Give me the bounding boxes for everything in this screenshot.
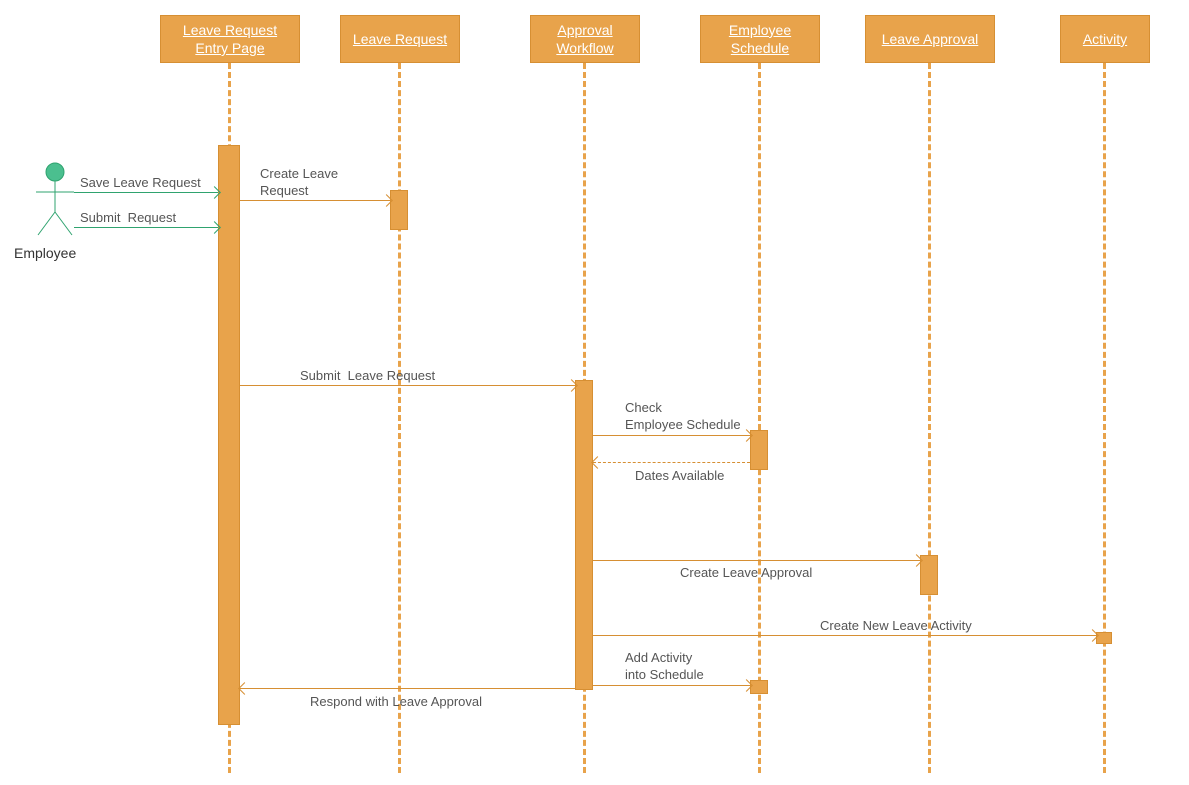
msg-submit: Submit Request [80,210,176,227]
lifeline-schedule: Employee Schedule [700,15,820,63]
activation-workflow [575,380,593,690]
lifeline-entry: Leave Request Entry Page [160,15,300,63]
msg-create-approval: Create Leave Approval [680,565,812,582]
actor-employee [30,160,80,245]
arrow-submit-leave [240,385,575,386]
msg-respond: Respond with Leave Approval [310,694,482,711]
activation-approval [920,555,938,595]
activation-schedule-1 [750,430,768,470]
arrow-add-activity [593,685,750,686]
lifeline-dash-activity [1103,63,1106,773]
lifeline-dash-request [398,63,401,773]
lifeline-request: Leave Request [340,15,460,63]
arrow-dates-available [593,462,750,463]
arrow-create-approval [593,560,920,561]
activation-schedule-2 [750,680,768,694]
msg-submit-leave: Submit Leave Request [300,368,435,385]
msg-save: Save Leave Request [80,175,201,192]
msg-check-schedule: Check Employee Schedule [625,400,741,434]
sequence-diagram: Leave Request Entry Page Leave Request A… [0,0,1189,785]
lifeline-dash-schedule [758,63,761,773]
activation-request [390,190,408,230]
actor-icon [30,160,80,240]
arrow-create-activity [593,635,1096,636]
msg-add-activity: Add Activity into Schedule [625,650,704,684]
actor-label: Employee [14,245,76,261]
msg-create-activity: Create New Leave Activity [820,618,972,635]
activation-entry [218,145,240,725]
msg-dates-available: Dates Available [635,468,724,485]
lifeline-workflow: Approval Workflow [530,15,640,63]
lifeline-approval: Leave Approval [865,15,995,63]
msg-create-request: Create Leave Request [260,166,338,200]
activation-activity [1096,632,1112,644]
lifeline-dash-approval [928,63,931,773]
arrow-submit [74,227,218,228]
arrow-check-schedule [593,435,750,436]
arrow-save [74,192,218,193]
lifeline-activity: Activity [1060,15,1150,63]
arrow-create-request [240,200,390,201]
arrow-respond [240,688,575,689]
